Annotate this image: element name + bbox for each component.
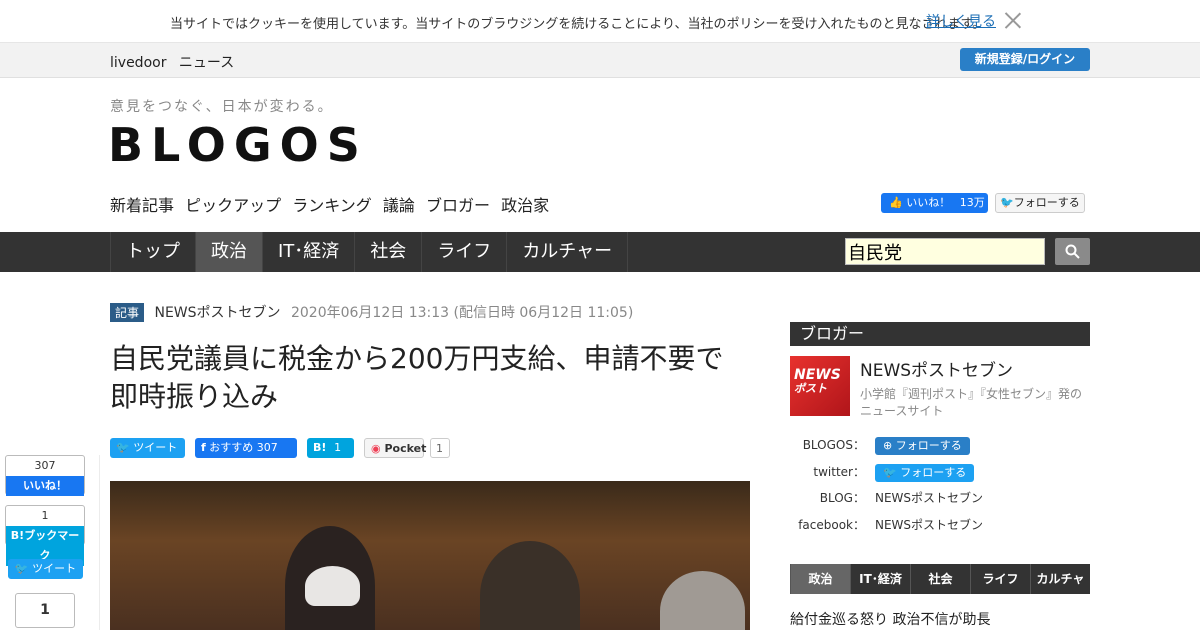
search-icon: [1065, 244, 1080, 259]
search-button[interactable]: [1055, 238, 1090, 265]
left-hatena-bookmark[interactable]: 1 B!ブックマーク: [5, 505, 85, 566]
twitter-follow-small-button[interactable]: 🐦 フォローする: [875, 464, 975, 482]
top-bar: livedoor ニュース 新規登録/ログイン: [0, 43, 1200, 78]
cookie-banner: 当サイトではクッキーを使用しています。当サイトのブラウジングを続けることにより、…: [0, 0, 1200, 43]
thumbs-up-icon: 👍: [889, 196, 903, 209]
facebook-icon: f: [201, 441, 206, 454]
tab-life[interactable]: ライフ: [421, 232, 506, 272]
sidebar-news-item[interactable]: 給付金巡る怒り 政治不信が助長: [790, 609, 990, 629]
main-navigation: トップ 政治 IT･経済 社会 ライフ カルチャー: [0, 232, 1200, 272]
tweet-button[interactable]: 🐦 ツイート: [110, 438, 185, 458]
logo[interactable]: BLOGOS: [108, 118, 368, 172]
subnav-item-politician[interactable]: 政治家: [501, 196, 549, 215]
tab-politics[interactable]: 政治: [195, 232, 262, 272]
photo-figure: [480, 541, 580, 630]
twitter-icon: 🐦: [883, 466, 897, 479]
tab-society[interactable]: 社会: [354, 232, 421, 272]
subnav-item-blogger[interactable]: ブロガー: [426, 196, 490, 215]
photo-figure: [660, 571, 745, 630]
blogger-info-blog: BLOG： NEWSポストセブン: [819, 489, 984, 507]
twitter-icon: 🐦: [116, 441, 130, 454]
twitter-icon: 🐦: [14, 562, 29, 575]
article-tag: 記事: [110, 303, 145, 322]
article-headline: 自民党議員に税金から200万円支給、申請不要で即時振り込み: [110, 342, 724, 413]
floating-share-bar: 307 いいね！ 1 B!ブックマーク 🐦 ツイート 1: [0, 455, 100, 630]
blogger-info-twitter: twitter： 🐦 フォローする: [790, 463, 1090, 482]
twitter-follow-button[interactable]: 🐦フォローする: [995, 193, 1085, 213]
cat-tab-politics[interactable]: 政治: [790, 564, 850, 594]
article-source[interactable]: NEWSポストセブン: [154, 305, 280, 321]
sub-navigation: 新着記事 ピックアップ ランキング 議論 ブロガー 政治家: [110, 192, 555, 216]
left-pocket-count: 1: [15, 593, 75, 628]
article-meta: 記事 NEWSポストセブン 2020年06月12日 13:13 (配信日時 06…: [110, 302, 633, 322]
tab-culture[interactable]: カルチャー: [506, 232, 629, 272]
left-tweet-button[interactable]: 🐦 ツイート: [8, 559, 83, 579]
pocket-icon: ◉: [371, 442, 381, 455]
blogos-follow-button[interactable]: ⊕ フォローする: [875, 437, 970, 455]
left-fb-like[interactable]: 307 いいね！: [5, 455, 85, 496]
tab-top[interactable]: トップ: [110, 232, 195, 272]
blogger-info-blogos: BLOGOS： ⊕ フォローする: [790, 436, 1090, 455]
blogger-description: 小学館『週刊ポスト』『女性セブン』発のニュースサイト: [860, 387, 1083, 418]
sidebar-category-tabs: 政治 IT･経済 社会 ライフ カルチャー: [790, 564, 1090, 616]
hatena-bookmark-button[interactable]: B! 1: [307, 438, 354, 458]
subnav-item-new[interactable]: 新着記事: [110, 196, 174, 215]
photo-mask: [305, 566, 360, 606]
close-icon[interactable]: [1004, 11, 1022, 29]
login-button[interactable]: 新規登録/ログイン: [960, 48, 1090, 71]
facebook-recommend-button[interactable]: f おすすめ 307: [195, 438, 297, 458]
livedoor-link[interactable]: livedoor: [110, 55, 166, 71]
facebook-link[interactable]: NEWSポストセブン: [875, 516, 983, 534]
tab-it-economy[interactable]: IT･経済: [262, 232, 354, 272]
cookie-message: 当サイトではクッキーを使用しています。当サイトのブラウジングを続けることにより、…: [170, 17, 986, 32]
blog-link[interactable]: NEWSポストセブン: [875, 489, 983, 507]
subnav-item-pickup[interactable]: ピックアップ: [185, 196, 281, 215]
blogger-info-facebook: facebook： NEWSポストセブン: [798, 516, 984, 534]
cat-tab-society[interactable]: 社会: [910, 564, 970, 594]
search-input[interactable]: [845, 238, 1045, 265]
cat-tab-it-economy[interactable]: IT･経済: [850, 564, 910, 594]
subnav-item-ranking[interactable]: ランキング: [292, 196, 372, 215]
pocket-count: 1: [430, 438, 450, 458]
twitter-icon: 🐦: [1000, 196, 1014, 209]
pocket-button[interactable]: ◉ Pocket: [364, 438, 426, 458]
cookie-more-link[interactable]: 詳しく見る: [926, 11, 996, 31]
article-photo: [110, 481, 750, 630]
plus-icon: ⊕: [883, 439, 893, 452]
tagline: 意見をつなぐ、日本が変わる。: [110, 99, 334, 115]
site-links: livedoor ニュース: [110, 52, 242, 72]
facebook-like-button[interactable]: 👍 いいね！ 13万: [881, 193, 988, 213]
article-date: 2020年06月12日 13:13 (配信日時 06月12日 11:05): [290, 305, 634, 321]
news-link[interactable]: ニュース: [179, 55, 234, 71]
sidebar-heading: ブロガー: [790, 322, 1090, 346]
blogger-name[interactable]: NEWSポストセブン: [860, 356, 1013, 381]
blogger-avatar[interactable]: NEWS ポスト: [790, 356, 850, 416]
cat-tab-culture[interactable]: カルチャー: [1030, 564, 1090, 616]
cat-tab-life[interactable]: ライフ: [970, 564, 1030, 594]
subnav-item-debate[interactable]: 議論: [383, 196, 415, 215]
